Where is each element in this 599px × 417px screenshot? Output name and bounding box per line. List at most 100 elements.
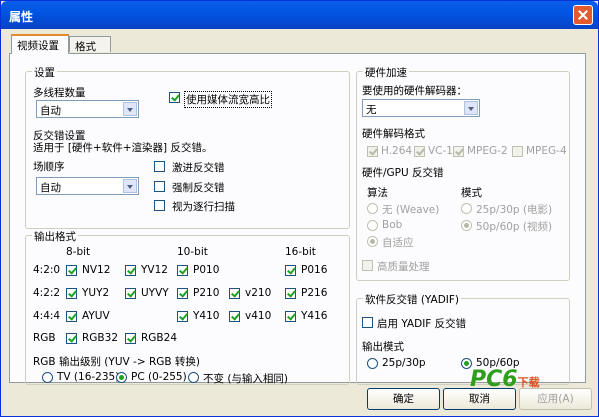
progressive-label: 视为逐行扫描 (172, 201, 235, 213)
p210-label: P210 (193, 287, 220, 299)
aggressive-checkbox[interactable] (154, 161, 165, 172)
unchanged-radio[interactable] (188, 372, 199, 383)
vc1-label: VC-1 (428, 145, 453, 157)
ok-button[interactable]: 确定 (367, 388, 440, 410)
nv12-checkbox[interactable] (66, 265, 77, 276)
yv12-label: YV12 (141, 264, 168, 276)
hw-mode-50-radio[interactable] (461, 220, 472, 231)
v410-checkbox[interactable] (229, 311, 240, 322)
force-label: 强制反交错 (172, 182, 225, 194)
v410-label: v410 (245, 310, 272, 322)
ayuv-label: AYUV (82, 310, 110, 322)
threads-label: 多线程数量 (33, 87, 86, 99)
threads-select[interactable]: 自动 (36, 100, 139, 118)
y416-checkbox[interactable] (285, 311, 296, 322)
yadif-mode-25-radio[interactable] (367, 358, 378, 369)
use-media-ratio-checkbox[interactable] (169, 92, 180, 103)
bob-radio[interactable] (367, 220, 378, 231)
hw-mode-25-radio[interactable] (461, 203, 472, 214)
unchanged-label: 不变 (与输入相同) (203, 373, 289, 385)
progressive-checkbox[interactable] (154, 200, 165, 211)
weave-label: 无 (Weave) (382, 204, 440, 216)
bob-label: Bob (382, 219, 403, 231)
mpeg2-label: MPEG-2 (467, 145, 508, 157)
p216-label: P216 (301, 287, 328, 299)
mode-label: 模式 (461, 187, 482, 199)
row-444: 4:4:4 (33, 310, 61, 322)
ayuv-checkbox[interactable] (66, 311, 77, 322)
tab-formats[interactable]: 格式 (69, 36, 111, 53)
h264-checkbox[interactable] (367, 146, 378, 157)
p016-label: P016 (301, 264, 328, 276)
pc-radio[interactable] (116, 372, 127, 383)
rgb24-label: RGB24 (141, 332, 177, 344)
p010-label: P010 (193, 264, 220, 276)
yuy2-checkbox[interactable] (66, 288, 77, 299)
chevron-down-icon (464, 101, 478, 115)
use-media-ratio-label: 使用媒体流宽高比 (184, 91, 272, 108)
apply-button[interactable]: 应用(A) (519, 388, 592, 410)
threads-value: 自动 (40, 105, 61, 117)
field-order-label: 场顺序 (33, 161, 65, 173)
mpeg2-checkbox[interactable] (453, 146, 464, 157)
yadif-mode-25-label: 25p/30p (382, 357, 426, 369)
uyvy-checkbox[interactable] (125, 288, 136, 299)
hw-decoder-select[interactable]: 无 (362, 99, 480, 117)
pc-label: PC (0-255) (131, 371, 187, 383)
hw-formats-label: 硬件解码格式 (362, 128, 425, 140)
hw-mode-25-label: 25p/30p (电影) (476, 204, 553, 216)
title-bar[interactable]: 属性 (1, 1, 598, 29)
mpeg4-label: MPEG-4 (526, 145, 567, 157)
weave-radio[interactable] (367, 203, 378, 214)
rgb32-checkbox[interactable] (66, 333, 77, 344)
settings-group-title: 设置 (32, 65, 57, 80)
hq-label: 高质量处理 (377, 261, 430, 273)
yadif-enable-checkbox[interactable] (362, 317, 373, 328)
col-10bit: 10-bit (177, 246, 208, 258)
nv12-label: NV12 (82, 264, 111, 276)
row-rgb: RGB (33, 332, 56, 344)
field-order-select[interactable]: 自动 (36, 177, 139, 195)
y416-label: Y416 (301, 310, 328, 322)
yadif-out-mode-label: 输出模式 (362, 341, 404, 353)
tab-video-settings[interactable]: 视频设置 (11, 34, 69, 54)
tv-radio[interactable] (42, 372, 53, 383)
close-icon[interactable] (573, 5, 593, 25)
chevron-down-icon (123, 179, 137, 193)
output-group-title: 输出格式 (32, 229, 78, 244)
v210-checkbox[interactable] (229, 288, 240, 299)
yadif-group-title: 软件反交错 (YADIF) (363, 292, 462, 307)
adaptive-radio[interactable] (367, 236, 378, 247)
p010-checkbox[interactable] (177, 265, 188, 276)
p016-checkbox[interactable] (285, 265, 296, 276)
deinterlace-desc: 适用于 [硬件+软件+渲染器] 反交错。 (33, 142, 213, 154)
yuy2-label: YUY2 (82, 287, 110, 299)
adaptive-label: 自适应 (382, 237, 414, 249)
y410-label: Y410 (193, 310, 220, 322)
rgb24-checkbox[interactable] (125, 333, 136, 344)
tv-label: TV (16-235) (57, 371, 120, 383)
y410-checkbox[interactable] (177, 311, 188, 322)
rgb-level-label: RGB 输出级别 (YUV -> RGB 转换) (33, 356, 201, 368)
col-8bit: 8-bit (66, 246, 91, 258)
aggressive-label: 激进反交错 (172, 162, 225, 174)
yadif-enable-label: 启用 YADIF 反交错 (377, 318, 467, 330)
window-title: 属性 (9, 10, 34, 24)
force-checkbox[interactable] (154, 181, 165, 192)
p210-checkbox[interactable] (177, 288, 188, 299)
vc1-checkbox[interactable] (414, 146, 425, 157)
h264-label: H.264 (381, 145, 413, 157)
algo-label: 算法 (367, 187, 388, 199)
chevron-down-icon (123, 102, 137, 116)
mpeg4-checkbox[interactable] (512, 146, 523, 157)
col-16bit: 16-bit (285, 246, 316, 258)
field-order-value: 自动 (40, 182, 61, 194)
hw-group-title: 硬件加速 (363, 65, 409, 80)
hw-mode-50-label: 50p/60p (视频) (476, 221, 553, 233)
rgb32-label: RGB32 (82, 332, 118, 344)
cancel-button[interactable]: 取消 (443, 388, 516, 410)
hw-decoder-value: 无 (366, 104, 377, 116)
hq-checkbox[interactable] (362, 260, 373, 271)
yv12-checkbox[interactable] (125, 265, 136, 276)
p216-checkbox[interactable] (285, 288, 296, 299)
